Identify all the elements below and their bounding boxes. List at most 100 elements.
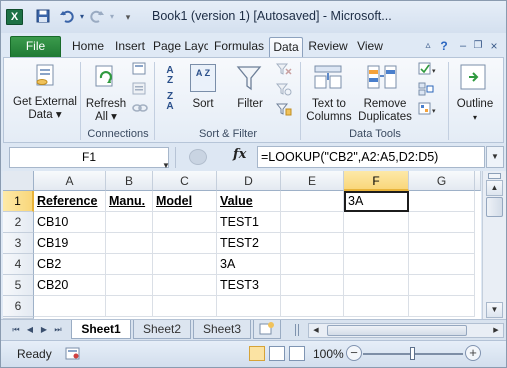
cell-e6[interactable]: [281, 296, 344, 317]
formula-input[interactable]: =LOOKUP("CB2",A2:A5,D2:D5): [257, 146, 485, 168]
cell-a2[interactable]: CB10: [34, 212, 106, 233]
cell-e4[interactable]: [281, 254, 344, 275]
page-break-view-icon[interactable]: [289, 346, 305, 361]
next-sheet-icon[interactable]: ▶: [39, 324, 49, 336]
sheet-tab-sheet2[interactable]: Sheet2: [133, 320, 191, 339]
cell-g6[interactable]: [409, 296, 475, 317]
customize-qat-icon[interactable]: ▾: [121, 9, 135, 25]
vertical-scrollbar[interactable]: ▲ ▼: [482, 171, 506, 319]
cell-f4[interactable]: [344, 254, 409, 275]
scroll-thumb[interactable]: [486, 197, 503, 217]
prev-sheet-icon[interactable]: ◀: [25, 324, 35, 336]
tab-formulas[interactable]: Formulas: [211, 37, 267, 57]
outline-button[interactable]: Outline: [450, 98, 500, 111]
cell-b3[interactable]: [106, 233, 153, 254]
advanced-filter-icon[interactable]: [275, 102, 292, 119]
cell-b6[interactable]: [106, 296, 153, 317]
what-if-analysis-icon[interactable]: ▾: [418, 102, 438, 119]
sort-button[interactable]: Sort: [184, 98, 222, 111]
insert-sheet-icon[interactable]: [253, 320, 281, 339]
cell-g5[interactable]: [409, 275, 475, 296]
undo-icon[interactable]: [59, 9, 75, 25]
tab-review[interactable]: Review: [306, 37, 350, 57]
formula-cancel-enter-icon[interactable]: [189, 149, 207, 165]
remove-duplicates-button[interactable]: Remove Duplicates: [356, 98, 414, 124]
row-header-4[interactable]: 4: [3, 254, 34, 275]
cell-b5[interactable]: [106, 275, 153, 296]
reapply-filter-icon[interactable]: [275, 82, 292, 99]
save-icon[interactable]: [35, 9, 51, 25]
column-header-f[interactable]: F: [344, 171, 409, 191]
cell-b2[interactable]: [106, 212, 153, 233]
scroll-down-icon[interactable]: ▼: [486, 302, 503, 318]
cell-d1[interactable]: Value: [217, 191, 281, 212]
sheet-tab-sheet1[interactable]: Sheet1: [71, 320, 131, 339]
cell-b1[interactable]: Manu.: [106, 191, 153, 212]
select-all-corner[interactable]: [3, 171, 34, 191]
window-restore-icon[interactable]: ❐: [471, 39, 485, 53]
macro-record-icon[interactable]: [65, 347, 81, 361]
column-header-e[interactable]: E: [281, 171, 344, 191]
window-minimize-icon[interactable]: –: [456, 39, 470, 53]
tab-view[interactable]: View: [354, 37, 386, 57]
row-header-6[interactable]: 6: [3, 296, 34, 317]
cell-a4[interactable]: CB2: [34, 254, 106, 275]
edit-links-icon[interactable]: [132, 102, 148, 117]
row-header-1[interactable]: 1: [3, 191, 34, 212]
clear-filter-icon[interactable]: [275, 62, 292, 79]
cell-f3[interactable]: [344, 233, 409, 254]
scroll-up-icon[interactable]: ▲: [486, 180, 503, 196]
tab-file[interactable]: File: [10, 36, 61, 57]
cell-d3[interactable]: TEST2: [217, 233, 281, 254]
normal-view-icon[interactable]: [249, 346, 265, 361]
cell-d2[interactable]: TEST1: [217, 212, 281, 233]
cell-a5[interactable]: CB20: [34, 275, 106, 296]
split-box-icon[interactable]: [488, 173, 501, 179]
insert-function-icon[interactable]: fx: [233, 147, 246, 162]
excel-logo-icon[interactable]: X: [6, 9, 23, 25]
cell-d6[interactable]: [217, 296, 281, 317]
cell-e1[interactable]: [281, 191, 344, 212]
properties-icon[interactable]: [132, 82, 148, 99]
cell-f5[interactable]: [344, 275, 409, 296]
name-box[interactable]: F1 ▼: [9, 147, 170, 170]
minimize-ribbon-icon[interactable]: ▵: [421, 39, 435, 53]
column-header-g[interactable]: G: [409, 171, 475, 191]
redo-dropdown-icon[interactable]: ▾: [107, 9, 117, 25]
consolidate-icon[interactable]: [418, 82, 434, 99]
column-header-a[interactable]: A: [34, 171, 106, 191]
refresh-all-button[interactable]: Refresh All ▾: [82, 98, 130, 124]
tab-insert[interactable]: Insert: [111, 37, 149, 57]
cell-b4[interactable]: [106, 254, 153, 275]
window-close-icon[interactable]: ×: [487, 39, 501, 53]
cell-e2[interactable]: [281, 212, 344, 233]
filter-button[interactable]: Filter: [230, 98, 270, 111]
cell-g1[interactable]: [409, 191, 475, 212]
zoom-out-icon[interactable]: −: [346, 345, 362, 361]
horizontal-scroll-thumb[interactable]: [327, 325, 467, 336]
cell-d4[interactable]: 3A: [217, 254, 281, 275]
row-header-3[interactable]: 3: [3, 233, 34, 254]
sort-az-icon[interactable]: A Z: [161, 66, 179, 86]
cell-e3[interactable]: [281, 233, 344, 254]
cell-f6[interactable]: [344, 296, 409, 317]
scroll-right-icon[interactable]: ▶: [489, 324, 503, 337]
first-sheet-icon[interactable]: ⏮: [11, 324, 21, 336]
text-to-columns-button[interactable]: Text to Columns: [304, 98, 354, 124]
column-header-partial[interactable]: [475, 171, 481, 191]
worksheet-grid[interactable]: A B C D E F G 1 2 3 4 5 6 Reference Manu.…: [3, 171, 481, 319]
cell-g4[interactable]: [409, 254, 475, 275]
row-header-2[interactable]: 2: [3, 212, 34, 233]
cell-c5[interactable]: [153, 275, 217, 296]
connections-icon[interactable]: [132, 62, 148, 79]
get-external-data-button[interactable]: Get External Data ▾: [10, 96, 80, 122]
cell-a3[interactable]: CB19: [34, 233, 106, 254]
cell-c4[interactable]: [153, 254, 217, 275]
sheet-tab-sheet3[interactable]: Sheet3: [193, 320, 251, 339]
tab-data[interactable]: Data: [269, 37, 303, 57]
help-icon[interactable]: ?: [437, 39, 451, 53]
cell-a1[interactable]: Reference: [34, 191, 106, 212]
tab-home[interactable]: Home: [69, 37, 107, 57]
cell-c6[interactable]: [153, 296, 217, 317]
expand-formula-bar-icon[interactable]: ▼: [486, 146, 504, 168]
